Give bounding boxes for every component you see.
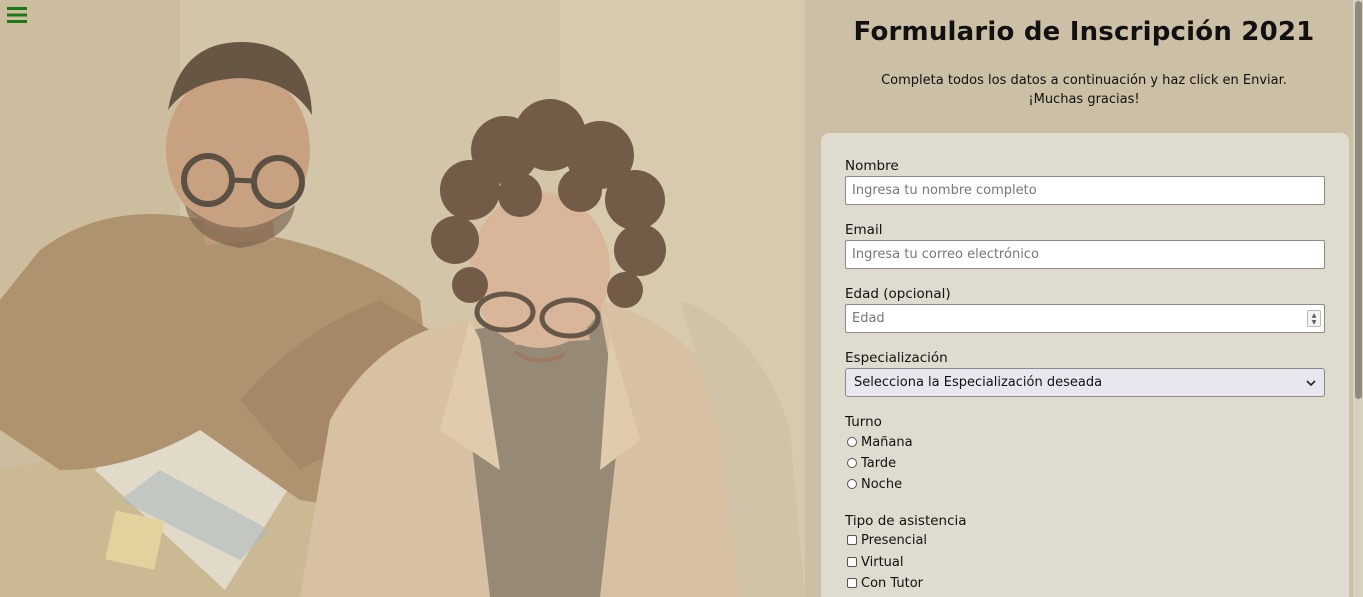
stepper-up-icon: ▲ <box>1311 311 1317 319</box>
turno-option-noche[interactable]: Noche <box>847 475 902 493</box>
turno-option-manana[interactable]: Mañana <box>847 433 913 451</box>
chevron-down-icon <box>1306 379 1316 386</box>
scrollbar-thumb[interactable] <box>1355 1 1362 399</box>
stepper-down-icon: ▼ <box>1311 318 1317 326</box>
asistencia-option-con-tutor[interactable]: Con Tutor <box>847 574 923 592</box>
hero-photo <box>0 0 805 597</box>
checkbox[interactable] <box>847 535 857 545</box>
asistencia-label: Tipo de asistencia <box>845 513 967 529</box>
hamburger-icon <box>7 7 27 23</box>
edad-label: Edad (opcional) <box>845 286 951 302</box>
asistencia-option-label: Virtual <box>861 554 904 570</box>
turno-option-label: Tarde <box>861 455 897 471</box>
turno-label: Turno <box>845 414 882 430</box>
hamburger-menu-button[interactable] <box>6 5 36 31</box>
asistencia-option-virtual[interactable]: Virtual <box>847 553 903 571</box>
turno-option-tarde[interactable]: Tarde <box>847 454 896 472</box>
registration-form: Nombre Email Edad (opcional) ▲ ▼ Especia… <box>821 133 1349 597</box>
nombre-label: Nombre <box>845 158 899 174</box>
subtitle-line-1: Completa todos los datos a continuación … <box>881 73 1287 88</box>
page-subtitle: Completa todos los datos a continuación … <box>805 71 1363 109</box>
vertical-scrollbar[interactable] <box>1353 0 1363 597</box>
checkbox[interactable] <box>847 578 857 588</box>
edad-stepper[interactable]: ▲ ▼ <box>1307 310 1321 327</box>
form-panel: Formulario de Inscripción 2021 Completa … <box>805 0 1363 597</box>
page: Formulario de Inscripción 2021 Completa … <box>0 0 1363 597</box>
especializacion-label: Especialización <box>845 350 948 366</box>
checkbox[interactable] <box>847 557 857 567</box>
email-label: Email <box>845 222 883 238</box>
especializacion-select[interactable]: Selecciona la Especialización deseada <box>845 368 1325 397</box>
radio-button[interactable] <box>847 437 857 447</box>
asistencia-option-presencial[interactable]: Presencial <box>847 531 927 549</box>
subtitle-line-2: ¡Muchas gracias! <box>1028 92 1140 107</box>
radio-button[interactable] <box>847 479 857 489</box>
turno-option-label: Mañana <box>861 434 913 450</box>
asistencia-option-label: Presencial <box>861 532 928 548</box>
asistencia-option-label: Con Tutor <box>861 575 924 591</box>
especializacion-selected: Selecciona la Especialización deseada <box>854 375 1103 390</box>
turno-option-label: Noche <box>861 476 903 492</box>
hero-illustration <box>0 0 805 597</box>
edad-input[interactable] <box>845 304 1325 333</box>
page-title: Formulario de Inscripción 2021 <box>853 17 1315 47</box>
email-input[interactable] <box>845 240 1325 269</box>
radio-button[interactable] <box>847 458 857 468</box>
edad-field-wrapper: ▲ ▼ <box>845 304 1325 333</box>
nombre-input[interactable] <box>845 176 1325 205</box>
